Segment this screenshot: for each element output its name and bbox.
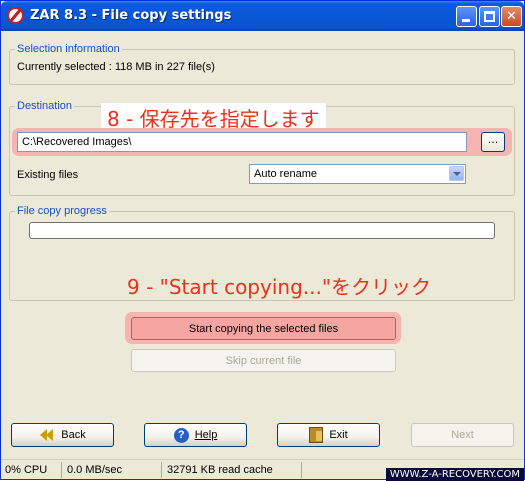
- destination-title: Destination: [15, 100, 75, 112]
- cpu-status: 0% CPU: [5, 464, 48, 476]
- speed-status: 0.0 MB/sec: [67, 464, 123, 476]
- minimize-icon: [462, 19, 470, 22]
- selection-info-title: Selection information: [15, 43, 122, 55]
- minimize-button[interactable]: [456, 6, 477, 27]
- window-title: ZAR 8.3 - File copy settings: [30, 8, 232, 23]
- site-watermark: WWW.Z-A-RECOVERY.COM: [385, 468, 524, 481]
- step-9-annotation: 9 - "Start copying..."をクリック: [127, 275, 432, 299]
- existing-files-label: Existing files: [17, 169, 79, 181]
- status-divider: [301, 462, 302, 478]
- next-label: Next: [451, 429, 474, 441]
- maximize-icon: [484, 11, 495, 22]
- selection-info-group: Selection information Currently selected…: [9, 43, 515, 85]
- status-divider: [161, 462, 162, 478]
- help-label: Help: [194, 429, 218, 441]
- close-button[interactable]: ✕: [501, 6, 522, 27]
- app-logo-icon: [7, 7, 24, 24]
- exit-label: Exit: [329, 429, 348, 441]
- status-divider: [61, 462, 62, 478]
- start-copying-button[interactable]: Start copying the selected files: [131, 317, 396, 340]
- close-icon: ✕: [506, 9, 517, 24]
- exit-button[interactable]: Exit: [277, 423, 380, 447]
- maximize-button[interactable]: [479, 6, 500, 27]
- progress-title: File copy progress: [15, 205, 109, 217]
- file-copy-settings-window: ZAR 8.3 - File copy settings ✕ Selection…: [0, 0, 525, 481]
- selection-summary: Currently selected : 118 MB in 227 file(…: [17, 61, 215, 73]
- back-button[interactable]: Back: [11, 423, 114, 447]
- destination-path-input[interactable]: C:\Recovered Images\: [17, 132, 467, 152]
- back-label: Back: [61, 429, 86, 441]
- exit-door-icon: [309, 427, 324, 443]
- copy-progress-bar: [29, 222, 495, 239]
- existing-files-select[interactable]: Auto rename: [249, 164, 466, 184]
- cache-status: 32791 KB read cache: [167, 464, 273, 476]
- help-icon: ?: [173, 427, 189, 443]
- skip-current-file-button[interactable]: Skip current file: [131, 349, 396, 372]
- help-button[interactable]: ? Help: [144, 423, 247, 447]
- start-copying-label: Start copying the selected files: [188, 322, 339, 335]
- skip-current-file-label: Skip current file: [225, 354, 302, 367]
- back-arrows-icon: [39, 427, 55, 443]
- browse-button[interactable]: ...: [481, 132, 505, 152]
- existing-files-value: Auto rename: [254, 168, 317, 180]
- title-bar[interactable]: ZAR 8.3 - File copy settings ✕: [1, 1, 524, 31]
- dropdown-arrow-icon[interactable]: [449, 166, 464, 181]
- next-button[interactable]: Next: [411, 423, 514, 447]
